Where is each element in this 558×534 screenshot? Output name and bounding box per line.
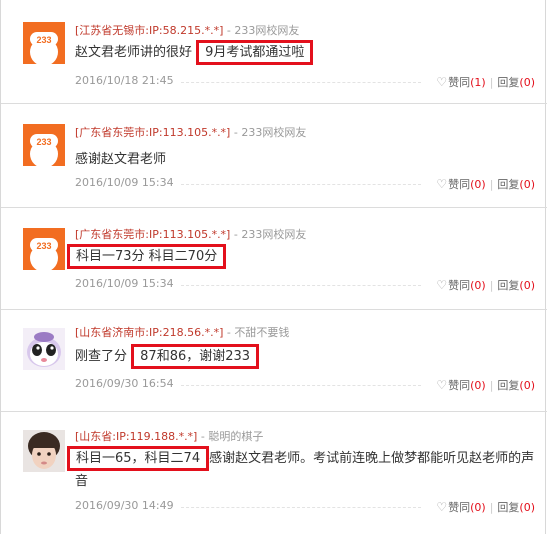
reply-button[interactable]: 回复(0) [497, 501, 535, 514]
username[interactable]: 233网校网友 [234, 24, 299, 37]
like-button[interactable]: ♡赞同(0) [436, 378, 485, 392]
svg-text:233: 233 [36, 137, 51, 147]
avatar[interactable]: 233 [23, 22, 65, 64]
reply-button[interactable]: 回复(0) [497, 279, 535, 292]
reply-button[interactable]: 回复(0) [497, 178, 535, 191]
divider [181, 184, 421, 185]
heart-icon: ♡ [436, 500, 448, 514]
comment-date: 2016/10/18 21:45 [75, 74, 174, 87]
233-logo-icon: 233 [23, 22, 65, 64]
comment-meta: [江苏省无锡市:IP:58.215.*.*] - 233网校网友 [75, 24, 300, 37]
avatar[interactable] [23, 430, 65, 472]
comment-footer: 2016/10/18 21:45 ♡赞同(1) | 回复(0) [75, 74, 535, 89]
comment-list: 233 [江苏省无锡市:IP:58.215.*.*] - 233网校网友 赵文君… [0, 0, 547, 534]
avatar[interactable]: 233 [23, 228, 65, 270]
avatar[interactable] [23, 328, 65, 370]
comment-item: 233 [广东省东莞市:IP:113.105.*.*] - 233网校网友 感谢… [1, 104, 547, 208]
like-button[interactable]: ♡赞同(0) [436, 278, 485, 292]
comment-meta: [广东省东莞市:IP:113.105.*.*] - 233网校网友 [75, 126, 307, 139]
heart-icon: ♡ [436, 378, 448, 392]
highlight-box: 9月考试都通过啦 [196, 40, 314, 65]
divider [181, 507, 421, 508]
comment-text-line2: 音 [75, 474, 89, 489]
233-logo-icon: 233 [23, 124, 65, 166]
username[interactable]: 233网校网友 [241, 126, 306, 139]
comment-footer: 2016/10/09 15:34 ♡赞同(0) | 回复(0) [75, 277, 535, 292]
comment-text: 刚查了分 87和86，谢谢233 [75, 344, 260, 369]
comment-text: 赵文君老师讲的很好 9月考试都通过啦 [75, 40, 314, 65]
comment-item: [山东省济南市:IP:218.56.*.*] - 不甜不要钱 刚查了分 87和8… [1, 310, 547, 412]
divider [181, 385, 421, 386]
comment-text: 科目一65，科目二74 感谢赵文君老师。考试前连晚上做梦都能听见赵老师的声 [67, 446, 534, 471]
comment-text: 感谢赵文君老师 [75, 152, 167, 167]
username[interactable]: 233网校网友 [241, 228, 306, 241]
highlight-box: 科目一65，科目二74 [67, 446, 210, 471]
comment-date: 2016/10/09 15:34 [75, 277, 174, 290]
cartoon-face-icon [23, 328, 65, 370]
svg-text:233: 233 [36, 35, 51, 45]
comment-footer: 2016/09/30 14:49 ♡赞同(0) | 回复(0) [75, 499, 535, 514]
heart-icon: ♡ [436, 278, 448, 292]
child-photo-icon [23, 430, 65, 472]
comment-item: [山东省:IP:119.188.*.*] - 聪明的棋子 科目一65，科目二74… [1, 412, 547, 534]
comment-item: 233 [广东省东莞市:IP:113.105.*.*] - 233网校网友 科目… [1, 208, 547, 310]
reply-button[interactable]: 回复(0) [497, 76, 535, 89]
like-button[interactable]: ♡赞同(1) [436, 75, 485, 89]
comment-date: 2016/09/30 16:54 [75, 377, 174, 390]
comment-meta: [山东省:IP:119.188.*.*] - 聪明的棋子 [75, 430, 264, 443]
comment-footer: 2016/10/09 15:34 ♡赞同(0) | 回复(0) [75, 176, 535, 191]
comment-item: 233 [江苏省无锡市:IP:58.215.*.*] - 233网校网友 赵文君… [1, 0, 547, 104]
comment-meta: [山东省济南市:IP:218.56.*.*] - 不甜不要钱 [75, 326, 290, 339]
ip-location: [山东省:IP:119.188.*.*] [75, 430, 198, 443]
233-logo-icon: 233 [23, 228, 65, 270]
highlight-box: 科目一73分 科目二70分 [67, 244, 227, 269]
avatar[interactable]: 233 [23, 124, 65, 166]
ip-location: [广东省东莞市:IP:113.105.*.*] [75, 126, 231, 139]
comment-date: 2016/10/09 15:34 [75, 176, 174, 189]
svg-text:233: 233 [36, 241, 51, 251]
like-button[interactable]: ♡赞同(0) [436, 500, 485, 514]
ip-location: [山东省济南市:IP:218.56.*.*] [75, 326, 224, 339]
username[interactable]: 不甜不要钱 [234, 326, 289, 339]
username[interactable]: 聪明的棋子 [208, 430, 263, 443]
comment-meta: [广东省东莞市:IP:113.105.*.*] - 233网校网友 [75, 228, 307, 241]
comment-footer: 2016/09/30 16:54 ♡赞同(0) | 回复(0) [75, 377, 535, 392]
ip-location: [广东省东莞市:IP:113.105.*.*] [75, 228, 231, 241]
divider [181, 82, 421, 83]
highlight-box: 87和86，谢谢233 [131, 344, 260, 369]
heart-icon: ♡ [436, 177, 448, 191]
like-button[interactable]: ♡赞同(0) [436, 177, 485, 191]
comment-text: 科目一73分 科目二70分 [67, 244, 227, 269]
heart-icon: ♡ [436, 75, 448, 89]
divider [181, 285, 421, 286]
comment-date: 2016/09/30 14:49 [75, 499, 174, 512]
ip-location: [江苏省无锡市:IP:58.215.*.*] [75, 24, 224, 37]
reply-button[interactable]: 回复(0) [497, 379, 535, 392]
